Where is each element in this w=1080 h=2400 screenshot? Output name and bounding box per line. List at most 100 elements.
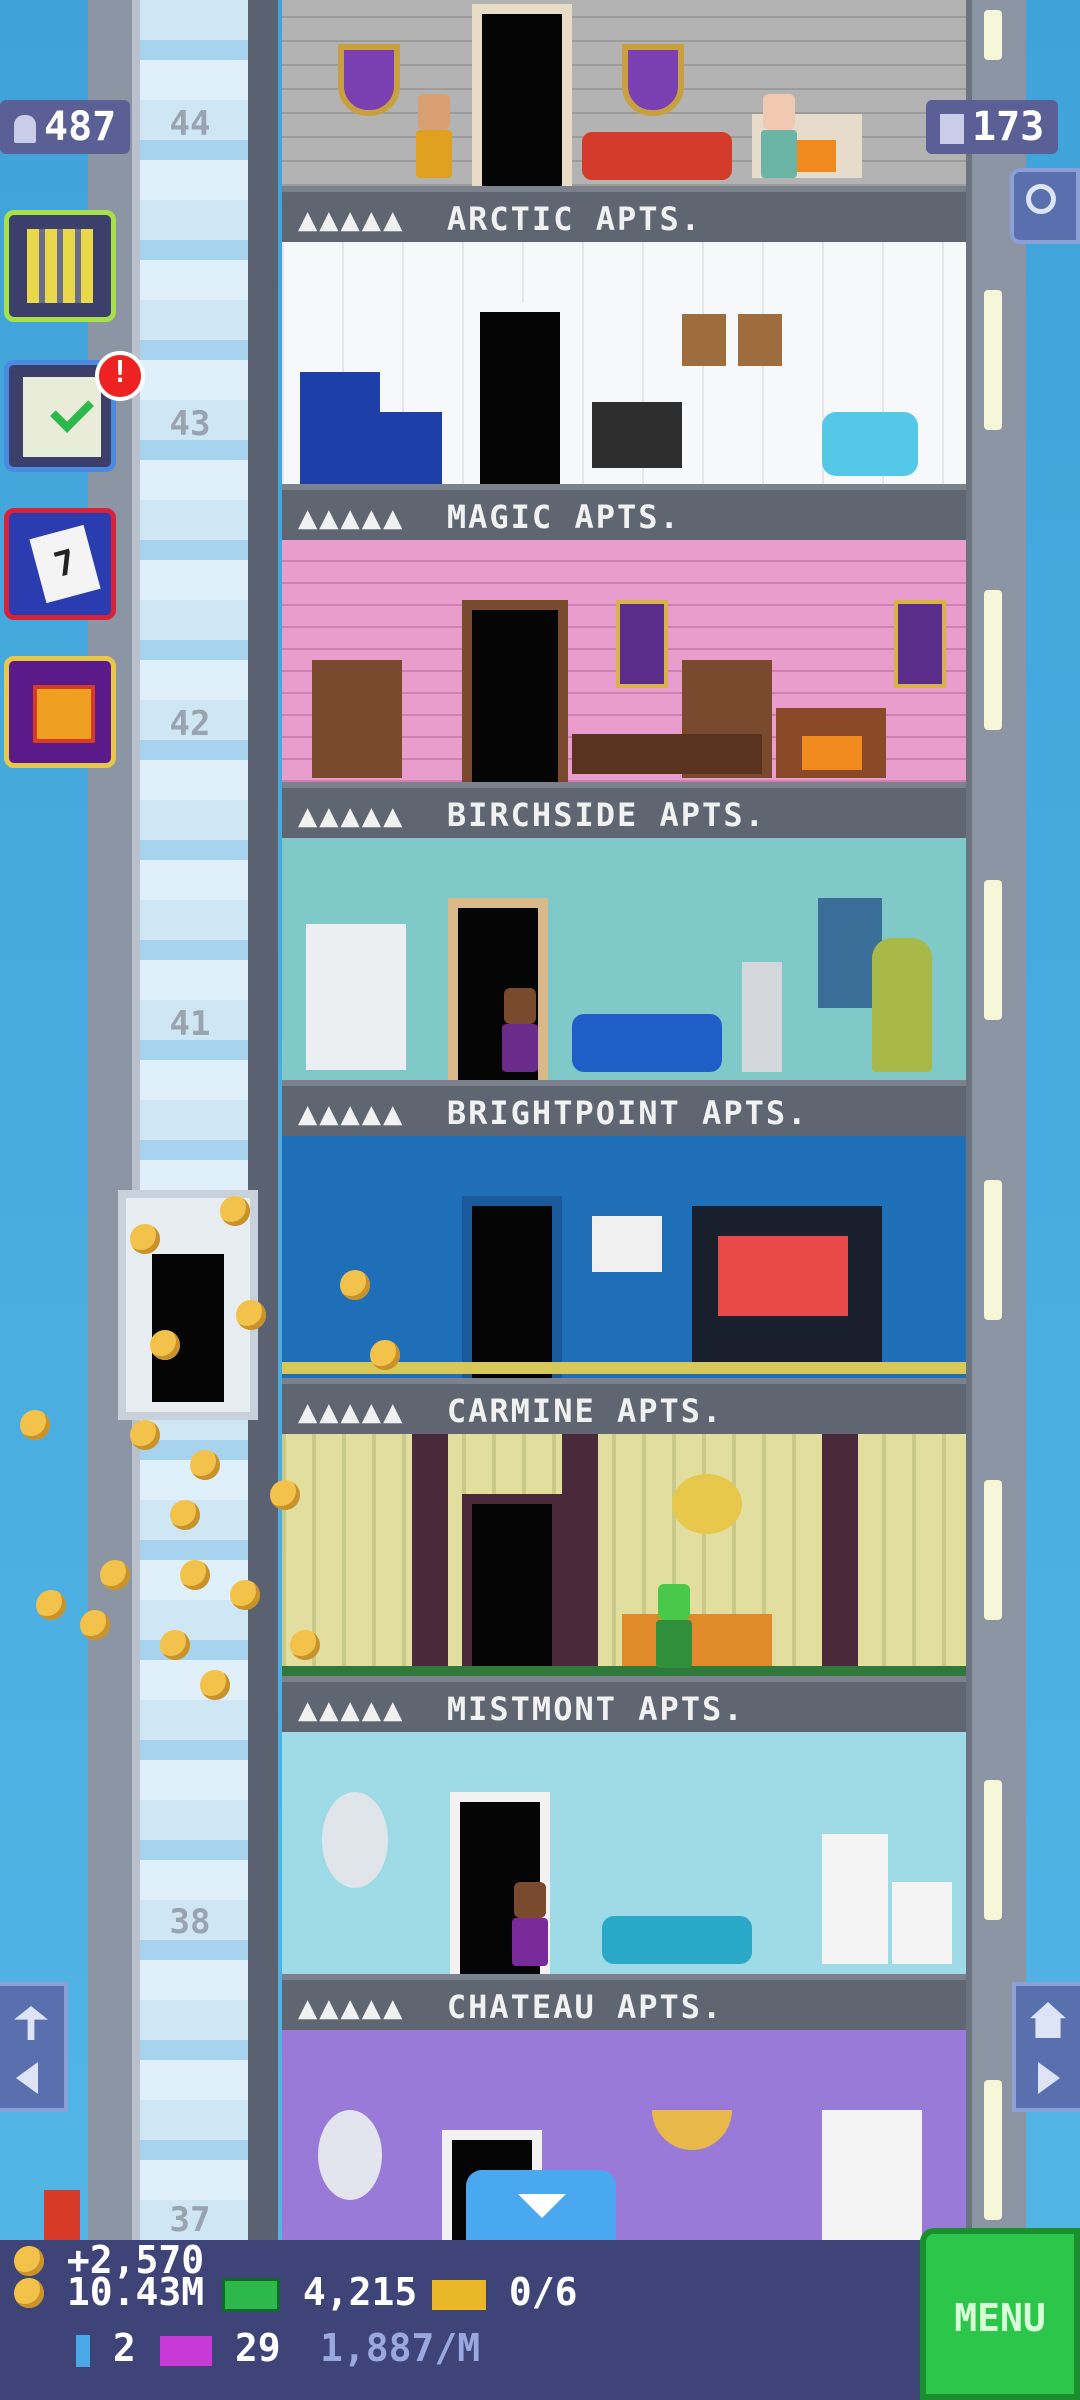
floor-chateau[interactable]: ▲▲▲▲▲ CHATEAU APTS. [282, 1732, 966, 2030]
coin-icon [130, 1224, 160, 1254]
floor-carmine[interactable]: ▲▲▲▲▲ CARMINE APTS. [282, 1136, 966, 1434]
chevron-left-icon [16, 2062, 38, 2094]
floor-mistmont[interactable]: ▲▲▲▲▲ MISTMONT APTS. [282, 1434, 966, 1732]
menu-label: MENU [954, 2296, 1046, 2340]
floor-name: ▲▲▲▲▲ BIRCHSIDE APTS. [298, 796, 766, 834]
coin-icon [220, 1196, 250, 1226]
notification-badge: ! [95, 351, 145, 401]
floor-door [470, 302, 570, 484]
visitor-nav-tab[interactable] [0, 1982, 68, 2112]
bux-row[interactable]: 4,215 [222, 2270, 417, 2314]
person-icon [14, 115, 36, 143]
sofa [572, 1014, 722, 1072]
floor-number: 41 [169, 1004, 211, 1044]
calendar-icon: 7 [29, 524, 101, 604]
resident[interactable] [652, 1584, 696, 1668]
window-light [984, 590, 1002, 730]
vip-row[interactable]: 29 [160, 2326, 281, 2370]
bux-value: 4,215 [302, 2270, 418, 2314]
floor-label-bar: ▲▲▲▲▲ MISTMONT APTS. [282, 1676, 966, 1732]
coin-icon [14, 2277, 44, 2308]
coin-icon [230, 1580, 260, 1610]
keys-value: 2 [112, 2326, 136, 2370]
elevator-rail [248, 0, 278, 2240]
population-counter[interactable]: 487 [0, 100, 131, 154]
floor-count-value: 173 [972, 104, 1045, 150]
building-icon [940, 114, 964, 144]
floor-label-bar: ▲▲▲▲▲ MAGIC APTS. [282, 484, 966, 540]
window-light [984, 2080, 1002, 2220]
banner [616, 600, 668, 688]
build-floor-button[interactable] [4, 210, 116, 322]
menu-button[interactable]: MENU [920, 2228, 1080, 2400]
fireplace-fire [802, 736, 862, 770]
floor-label-bar: ▲▲▲▲▲ BIRCHSIDE APTS. [282, 782, 966, 838]
resident[interactable] [412, 94, 456, 178]
coin-icon [36, 1590, 66, 1620]
sofa [582, 132, 732, 180]
tickets-row[interactable]: 0/6 [432, 2270, 578, 2314]
banner [894, 600, 946, 688]
income-rate: 1,887/M [320, 2326, 481, 2370]
missions-button[interactable]: ! [4, 351, 145, 472]
floor-name: ▲▲▲▲▲ BRIGHTPOINT APTS. [298, 1094, 809, 1132]
daily-calendar-button[interactable]: 7 [4, 508, 116, 620]
home-nav-tab[interactable] [1012, 1982, 1080, 2112]
floor-door [462, 1494, 562, 1676]
floor-label-bar: ▲▲▲▲▲ CARMINE APTS. [282, 1378, 966, 1434]
tv-console [592, 402, 682, 468]
floor-brightpoint[interactable]: ▲▲▲▲▲ BRIGHTPOINT APTS. [282, 838, 966, 1136]
window-light [984, 1780, 1002, 1920]
floor-number: 38 [169, 1902, 211, 1942]
search-icon [1026, 184, 1056, 214]
plant [872, 938, 932, 1072]
search-button[interactable] [1010, 168, 1080, 244]
fridge [822, 1834, 888, 1964]
ticket-icon [432, 2279, 486, 2310]
floor-door [462, 600, 568, 782]
coin-icon [20, 1410, 50, 1440]
floor-arctic[interactable]: ▲▲▲▲▲ ARCTIC APTS. [282, 0, 966, 242]
floor-name: ▲▲▲▲▲ CARMINE APTS. [298, 1392, 724, 1430]
floor-partial[interactable] [282, 2030, 966, 2240]
home-icon [1030, 2002, 1066, 2038]
picture-frame [738, 314, 782, 366]
coin-icon [180, 1560, 210, 1590]
gift-button[interactable] [4, 656, 116, 768]
coin-icon [236, 1300, 266, 1330]
bookshelf [312, 660, 402, 778]
pillar [562, 1434, 598, 1676]
armchair [822, 412, 918, 476]
key-icon [76, 2334, 90, 2367]
coin-icon [370, 1340, 400, 1370]
coin-icon [170, 1500, 200, 1530]
cabinet [822, 2110, 922, 2240]
stove [892, 1882, 952, 1964]
floor-name: ▲▲▲▲▲ MAGIC APTS. [298, 498, 681, 536]
television [718, 1236, 848, 1316]
floor-birchside[interactable]: ▲▲▲▲▲ BIRCHSIDE APTS. [282, 540, 966, 838]
building-grid-icon [27, 229, 93, 303]
visitor-icon [14, 2006, 48, 2040]
coin-icon [150, 1330, 180, 1360]
fridge [300, 372, 380, 484]
resident[interactable] [757, 94, 801, 178]
resident[interactable] [508, 1882, 552, 1966]
scroll-down-button[interactable] [466, 2170, 616, 2240]
window-light [984, 290, 1002, 430]
bux-icon [222, 2277, 280, 2312]
bed [622, 1614, 772, 1668]
vip-value: 29 [234, 2326, 281, 2370]
elevator-car-opening [152, 1254, 224, 1402]
floor-stripe [282, 1666, 966, 1676]
shield-decoration [338, 44, 400, 116]
resident[interactable] [498, 988, 542, 1072]
coins-value: 10.43M [66, 2270, 205, 2314]
desk [572, 734, 762, 774]
floor-magic[interactable]: ▲▲▲▲▲ MAGIC APTS. [282, 242, 966, 540]
floor-counter[interactable]: 173 [926, 100, 1059, 154]
keys-row[interactable]: 2 [76, 2326, 136, 2370]
fries-decoration [44, 2190, 80, 2240]
coins-row[interactable]: 10.43M [14, 2270, 204, 2314]
coin-icon [200, 1670, 230, 1700]
